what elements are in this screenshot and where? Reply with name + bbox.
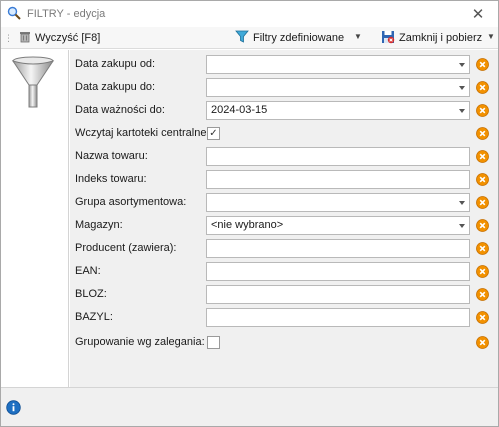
row-warehouse: Magazyn: <nie wybrano>: [70, 216, 498, 236]
bazyl-input[interactable]: [206, 308, 470, 327]
group-by-stock-label: Grupowanie wg zalegania:: [75, 336, 205, 348]
clear-x-icon[interactable]: [476, 288, 489, 301]
bazyl-label: BAZYL:: [75, 311, 113, 323]
warehouse-label: Magazyn:: [75, 219, 123, 231]
clear-x-icon[interactable]: [476, 173, 489, 186]
row-ean: EAN:: [70, 262, 498, 282]
producer-label: Producent (zawiera):: [75, 242, 177, 254]
producer-input[interactable]: [206, 239, 470, 258]
funnel-icon: [235, 30, 249, 46]
clear-x-icon[interactable]: [476, 311, 489, 324]
ean-input[interactable]: [206, 262, 470, 281]
ean-label: EAN:: [75, 265, 101, 277]
defined-filters-label: Filtry zdefiniowane: [253, 32, 345, 44]
row-assortment-group: Grupa asortymentowa:: [70, 193, 498, 213]
row-product-name: Nazwa towaru:: [70, 147, 498, 167]
assortment-group-label: Grupa asortymentowa:: [75, 196, 187, 208]
bloz-input[interactable]: [206, 285, 470, 304]
row-producer: Producent (zawiera):: [70, 239, 498, 259]
funnel-icon: [11, 55, 55, 114]
product-name-label: Nazwa towaru:: [75, 150, 148, 162]
bloz-label: BLOZ:: [75, 288, 107, 300]
clear-x-icon[interactable]: [476, 242, 489, 255]
chevron-down-icon[interactable]: ▼: [487, 32, 495, 41]
expiry-date-to-input[interactable]: 2024-03-15: [206, 101, 470, 120]
purchase-date-to-label: Data zakupu do:: [75, 81, 156, 93]
purchase-date-to-input[interactable]: [206, 78, 470, 97]
title-bar: FILTRY - edycja ✕: [1, 1, 498, 27]
toolbar-grip[interactable]: ⋮: [4, 33, 13, 42]
clear-x-icon[interactable]: [476, 104, 489, 117]
row-purchase-date-from: Data zakupu od:: [70, 55, 498, 75]
clear-x-icon[interactable]: [476, 58, 489, 71]
filter-edit-window: FILTRY - edycja ✕ ⋮ Wyczyść [F8] Filtry: [0, 0, 499, 427]
row-bazyl: BAZYL:: [70, 308, 498, 328]
clear-button[interactable]: Wyczyść [F8]: [15, 28, 104, 48]
clear-x-icon[interactable]: [476, 150, 489, 163]
filter-form: Data zakupu od: Data zakupu do: Data waż…: [70, 50, 498, 387]
clear-x-icon[interactable]: [476, 127, 489, 140]
status-bar: [1, 387, 498, 426]
clear-button-label: Wyczyść [F8]: [35, 32, 101, 44]
info-icon[interactable]: [6, 400, 21, 418]
row-group-by-stock: Grupowanie wg zalegania:: [70, 333, 498, 353]
trash-icon: [19, 30, 31, 46]
purchase-date-from-input[interactable]: [206, 55, 470, 74]
close-and-fetch-button[interactable]: Zamknij i pobierz: [377, 28, 486, 48]
product-index-input[interactable]: [206, 170, 470, 189]
side-panel: [1, 50, 69, 387]
row-bloz: BLOZ:: [70, 285, 498, 305]
row-expiry-date-to: Data ważności do: 2024-03-15: [70, 101, 498, 121]
clear-x-icon[interactable]: [476, 219, 489, 232]
close-and-fetch-label: Zamknij i pobierz: [399, 32, 483, 44]
clear-x-icon[interactable]: [476, 81, 489, 94]
row-load-central-cards: Wczytaj kartoteki centralne: ✓: [70, 124, 498, 144]
clear-x-icon[interactable]: [476, 265, 489, 278]
warehouse-select[interactable]: <nie wybrano>: [206, 216, 470, 235]
product-name-input[interactable]: [206, 147, 470, 166]
load-central-cards-label: Wczytaj kartoteki centralne:: [75, 127, 210, 139]
main-area: Data zakupu od: Data zakupu do: Data waż…: [1, 50, 498, 387]
search-icon: [7, 6, 21, 23]
toolbar: ⋮ Wyczyść [F8] Filtry zdefiniowane ▼ Zam…: [1, 27, 498, 49]
defined-filters-button[interactable]: Filtry zdefiniowane: [231, 28, 348, 48]
product-index-label: Indeks towaru:: [75, 173, 147, 185]
close-icon[interactable]: ✕: [470, 6, 486, 23]
row-purchase-date-to: Data zakupu do:: [70, 78, 498, 98]
expiry-date-to-label: Data ważności do:: [75, 104, 165, 116]
row-product-index: Indeks towaru:: [70, 170, 498, 190]
window-title: FILTRY - edycja: [27, 8, 106, 20]
assortment-group-select[interactable]: [206, 193, 470, 212]
group-by-stock-checkbox[interactable]: [207, 336, 220, 349]
load-central-cards-checkbox[interactable]: ✓: [207, 127, 220, 140]
save-close-icon: [381, 30, 395, 47]
clear-x-icon[interactable]: [476, 196, 489, 209]
purchase-date-from-label: Data zakupu od:: [75, 58, 156, 70]
clear-x-icon[interactable]: [476, 336, 489, 349]
chevron-down-icon[interactable]: ▼: [354, 32, 362, 41]
